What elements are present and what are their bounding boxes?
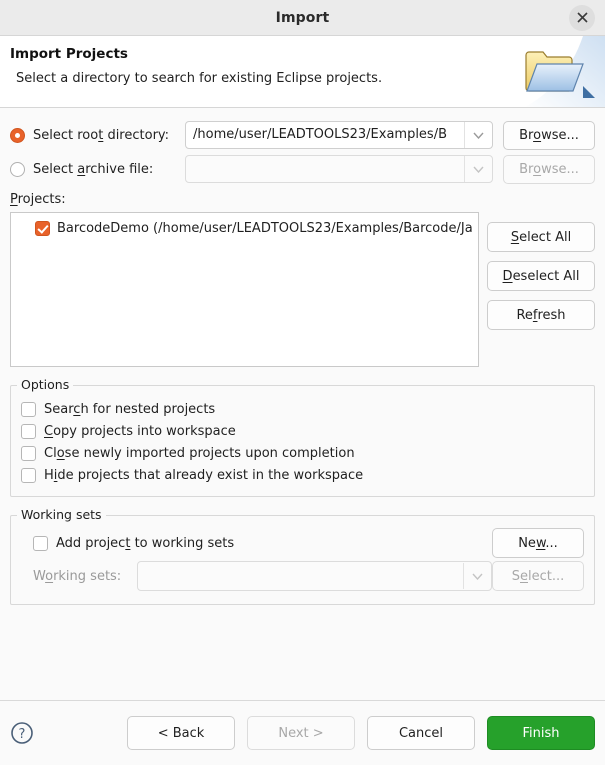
page-title: Import Projects xyxy=(10,46,128,62)
import-folder-icon xyxy=(517,36,605,107)
checkbox-indicator xyxy=(21,401,36,417)
chevron-down-icon[interactable] xyxy=(464,156,492,182)
select-archive-file-label: Select archive file: xyxy=(33,161,154,177)
window-title: Import xyxy=(275,9,330,26)
projects-label: Projects: xyxy=(10,192,66,207)
dialog-body: Select root directory: /home/user/LEADTO… xyxy=(0,108,605,605)
option-label: Hide projects that already exist in the … xyxy=(44,467,364,483)
footer-buttons: < Back Next > Cancel Finish xyxy=(115,716,595,750)
option-label: Close newly imported projects upon compl… xyxy=(44,445,355,461)
browse-archive-button: Browse... xyxy=(503,154,595,184)
close-icon xyxy=(576,12,588,23)
working-sets-group-title: Working sets xyxy=(17,507,106,522)
archive-file-row: Select archive file: Browse... xyxy=(10,152,595,186)
select-root-directory-radio[interactable]: Select root directory: xyxy=(10,127,185,143)
project-checkbox[interactable] xyxy=(35,221,50,236)
option-close-newly-imported-projects[interactable]: Close newly imported projects upon compl… xyxy=(21,442,584,464)
window-title-bar: Import xyxy=(0,0,605,36)
chevron-down-icon xyxy=(463,563,491,589)
working-sets-group: Working sets Add project to working sets… xyxy=(10,507,595,605)
checkbox-indicator xyxy=(21,467,36,483)
dialog-footer: ? < Back Next > Cancel Finish xyxy=(0,700,605,765)
list-item[interactable]: BarcodeDemo (/home/user/LEADTOOLS23/Exam… xyxy=(11,219,478,238)
option-label: Copy projects into workspace xyxy=(44,423,236,439)
add-project-to-working-sets-checkbox[interactable]: Add project to working sets xyxy=(33,532,234,554)
new-working-set-button[interactable]: New... xyxy=(492,528,584,558)
chevron-down-icon[interactable] xyxy=(464,122,492,148)
finish-button[interactable]: Finish xyxy=(487,716,595,750)
option-hide-existing-projects[interactable]: Hide projects that already exist in the … xyxy=(21,464,584,486)
next-button: Next > xyxy=(247,716,355,750)
browse-directory-button[interactable]: Browse... xyxy=(503,120,595,150)
help-icon[interactable]: ? xyxy=(10,721,34,745)
checkbox-indicator xyxy=(21,423,36,439)
archive-file-combo[interactable] xyxy=(185,155,493,183)
add-working-set-row: Add project to working sets New... xyxy=(21,528,584,558)
option-search-nested-projects[interactable]: Search for nested projects xyxy=(21,398,584,420)
page-subtitle: Select a directory to search for existin… xyxy=(16,71,383,86)
back-button[interactable]: < Back xyxy=(127,716,235,750)
select-all-button[interactable]: Select All xyxy=(487,222,595,252)
root-directory-value[interactable]: /home/user/LEADTOOLS23/Examples/B xyxy=(186,122,464,148)
projects-list[interactable]: BarcodeDemo (/home/user/LEADTOOLS23/Exam… xyxy=(10,212,479,367)
root-directory-combo[interactable]: /home/user/LEADTOOLS23/Examples/B xyxy=(185,121,493,149)
radio-indicator xyxy=(10,127,25,143)
close-button[interactable] xyxy=(569,4,595,31)
select-archive-file-radio[interactable]: Select archive file: xyxy=(10,161,185,177)
wizard-header: Import Projects Select a directory to se… xyxy=(0,36,605,108)
options-group-title: Options xyxy=(17,377,74,392)
options-group: Options Search for nested projects Copy … xyxy=(10,377,595,497)
projects-side-buttons: Select All Deselect All Refresh xyxy=(487,212,595,339)
deselect-all-button[interactable]: Deselect All xyxy=(487,261,595,291)
project-label: BarcodeDemo (/home/user/LEADTOOLS23/Exam… xyxy=(57,221,473,236)
radio-indicator xyxy=(10,161,25,177)
refresh-button[interactable]: Refresh xyxy=(487,300,595,330)
select-root-directory-label: Select root directory: xyxy=(33,127,170,143)
root-directory-row: Select root directory: /home/user/LEADTO… xyxy=(10,118,595,152)
add-working-set-label: Add project to working sets xyxy=(56,535,235,551)
working-sets-label: Working sets: xyxy=(33,568,122,584)
working-sets-combo-row: Working sets: Select... xyxy=(21,558,584,594)
svg-text:?: ? xyxy=(19,727,26,742)
option-copy-projects-into-workspace[interactable]: Copy projects into workspace xyxy=(21,420,584,442)
projects-area: BarcodeDemo (/home/user/LEADTOOLS23/Exam… xyxy=(10,212,595,367)
option-label: Search for nested projects xyxy=(44,401,216,417)
checkbox-indicator xyxy=(21,445,36,461)
select-working-set-button: Select... xyxy=(492,561,584,591)
cancel-button[interactable]: Cancel xyxy=(367,716,475,750)
working-sets-combo xyxy=(137,561,492,591)
checkbox-indicator xyxy=(33,535,48,551)
